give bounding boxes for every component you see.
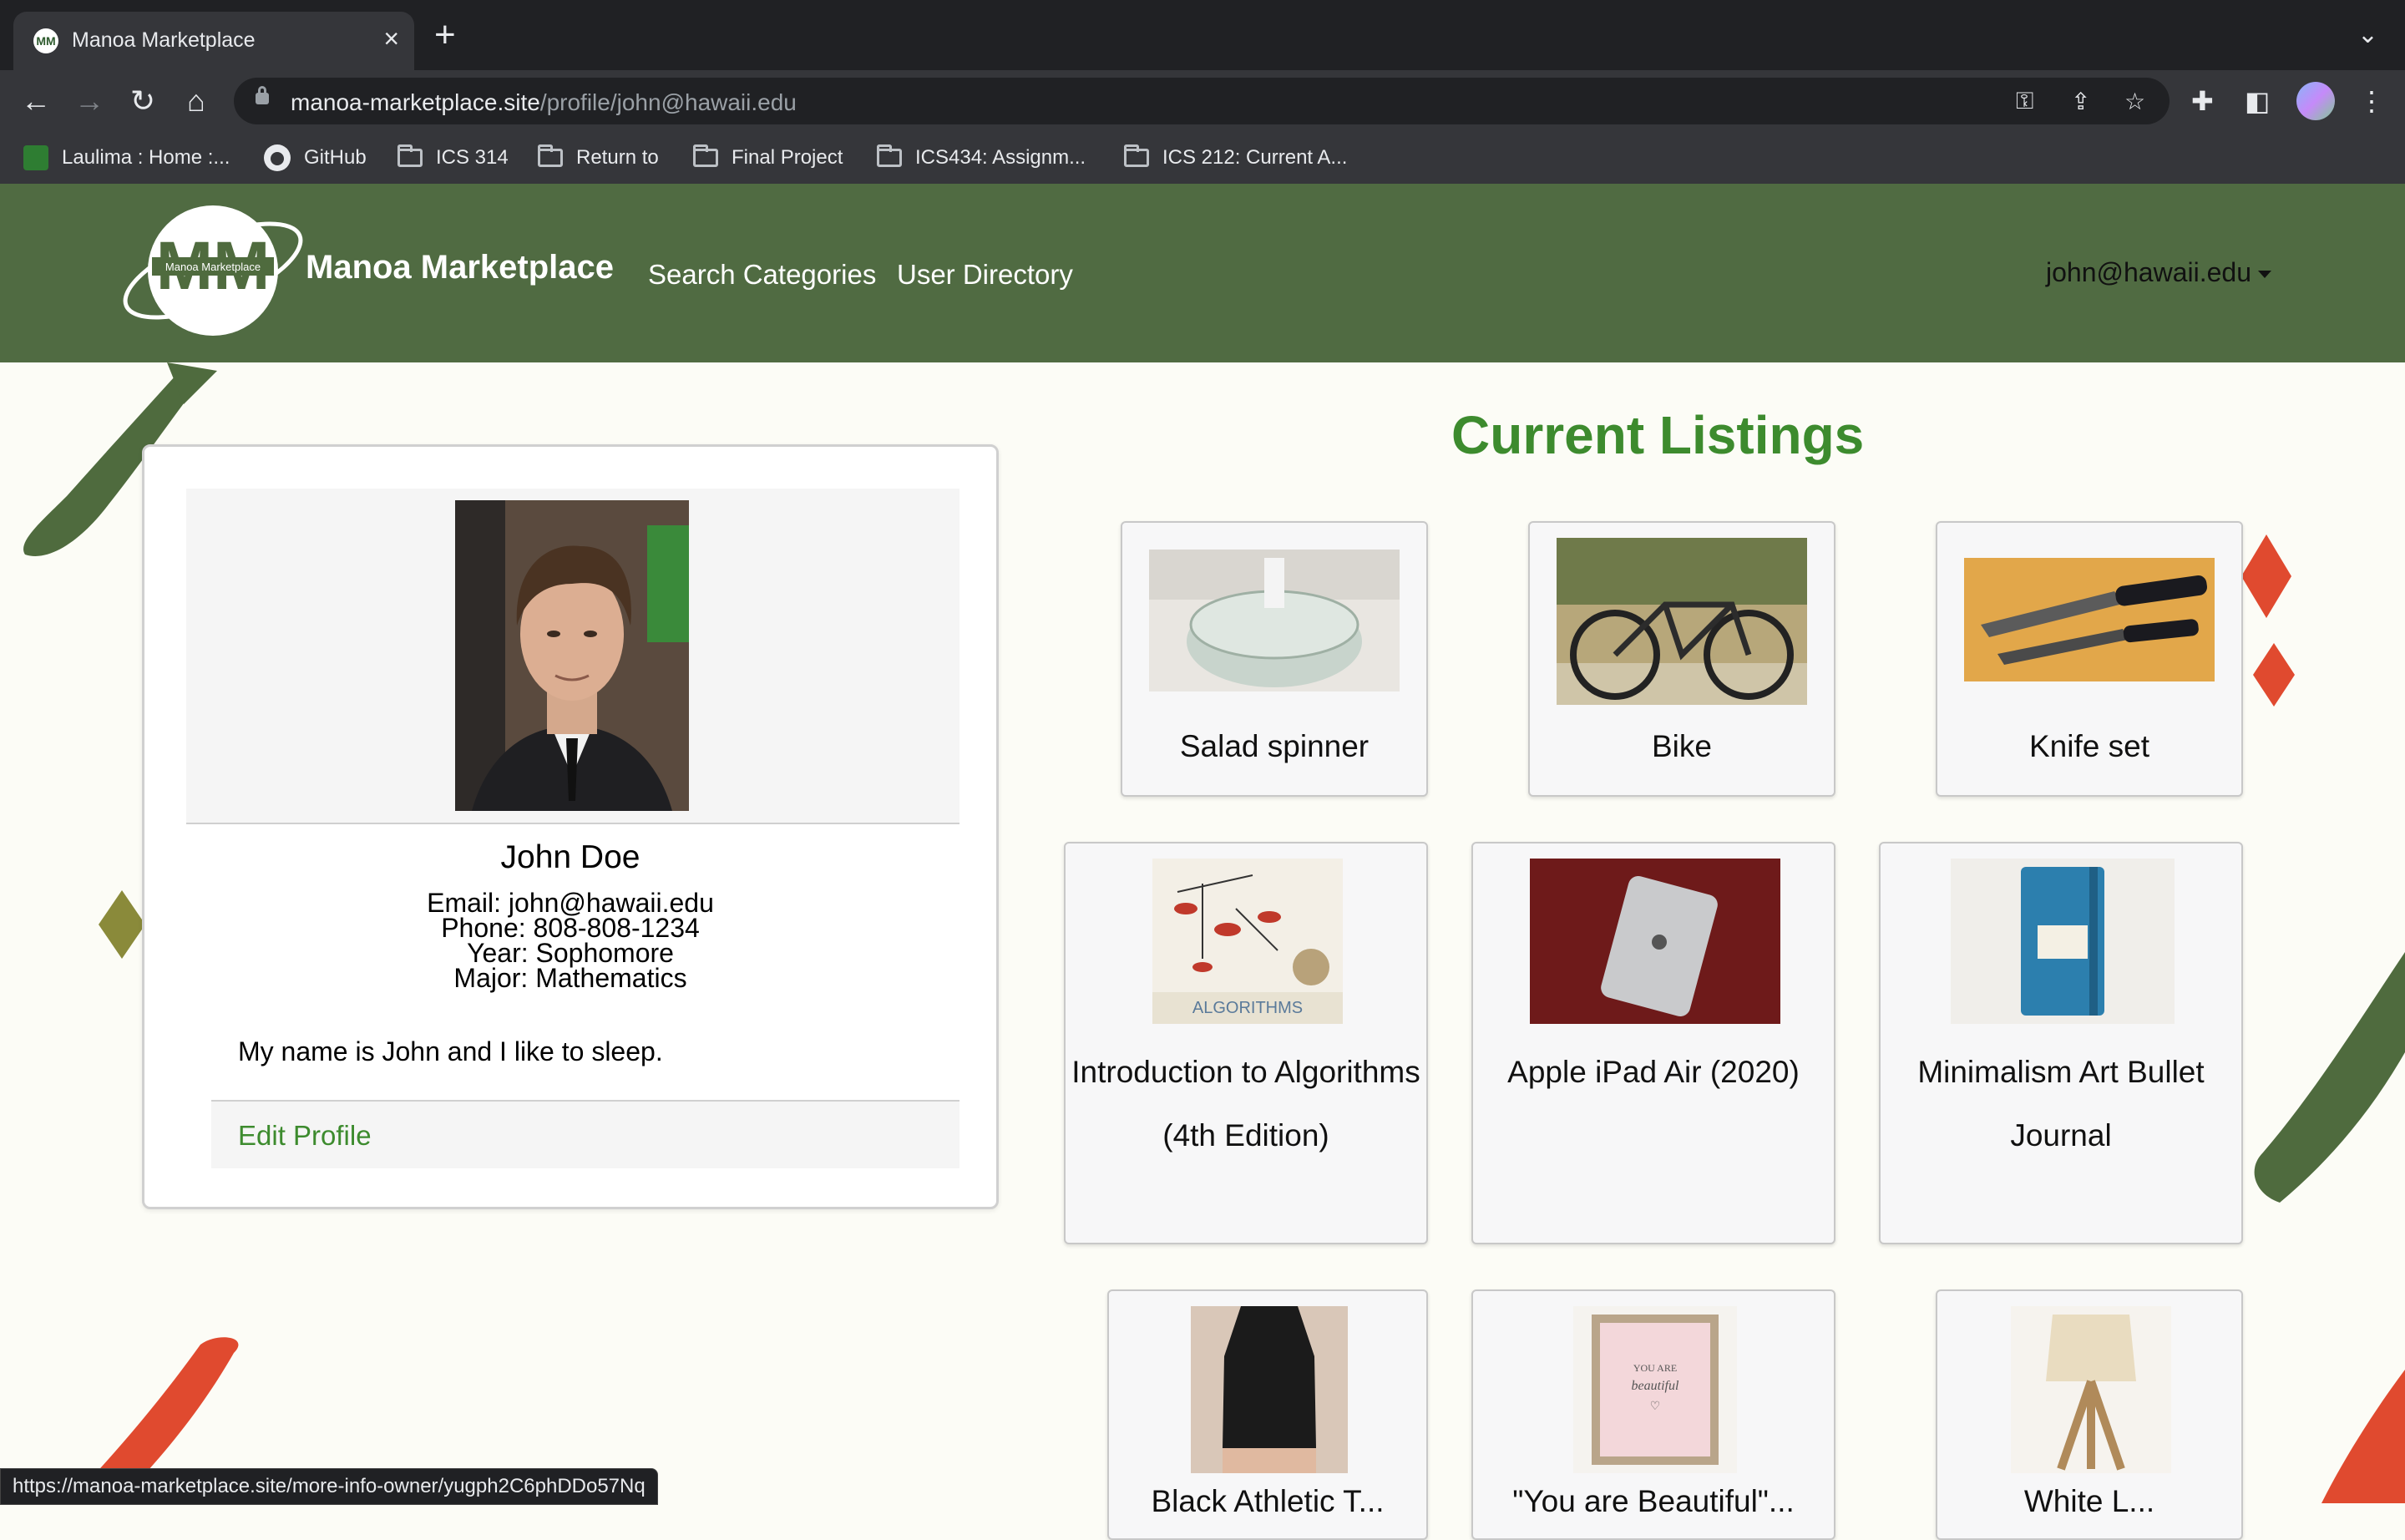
svg-text:♡: ♡: [1650, 1400, 1661, 1413]
browser-profile-avatar[interactable]: [2296, 82, 2335, 120]
olive-diamond-decoration: [99, 890, 145, 959]
profile-name: John Doe: [500, 839, 640, 875]
listing-card[interactable]: Apple iPad Air (2020): [1471, 842, 1835, 1244]
listing-card[interactable]: YOU ARE beautiful ♡ "You are Beautiful".…: [1471, 1289, 1835, 1540]
listing-image-algorithms-book: ALGORITHMS: [1152, 859, 1343, 1024]
github-icon: [264, 144, 291, 171]
manoa-marketplace-logo[interactable]: MM Manoa Marketplace: [117, 205, 309, 339]
listing-title: "You are Beautiful"...: [1512, 1484, 1795, 1518]
bookmark-ics314[interactable]: ICS 314: [397, 144, 509, 172]
bookmark-star-icon[interactable]: ☆: [2124, 88, 2145, 115]
profile-bio: My name is John and I like to sleep.: [238, 1036, 663, 1066]
nav-search-categories[interactable]: Search Categories: [648, 259, 876, 291]
listing-image-poster: YOU ARE beautiful ♡: [1573, 1306, 1737, 1473]
browser-toolbar: ← → ↻ ⌂ manoa-marketplace.site/profile/j…: [0, 70, 2405, 132]
listing-title: Bike: [1652, 729, 1712, 763]
reload-icon[interactable]: ↻: [124, 82, 162, 120]
listing-title: Salad spinner: [1179, 729, 1370, 763]
listing-card[interactable]: Knife set: [1936, 521, 2243, 797]
svg-text:beautiful: beautiful: [1632, 1379, 1679, 1393]
profile-card: John Doe Email: john@hawaii.edu Phone: 8…: [142, 444, 999, 1209]
link-hover-status-bar: https://manoa-marketplace.site/more-info…: [0, 1468, 658, 1505]
listing-image-bike: [1557, 538, 1807, 705]
browser-tab-bar: MM Manoa Marketplace × + ⌄: [0, 0, 2405, 70]
listing-title: Introduction to Algorithms (4th Edition): [1071, 1055, 1420, 1152]
listing-card[interactable]: Bike: [1528, 521, 1835, 797]
nav-user-directory[interactable]: User Directory: [897, 259, 1073, 291]
folder-icon: [1124, 144, 1149, 167]
red-diamond-decoration: [2253, 643, 2295, 707]
bookmark-ics434[interactable]: ICS434: Assignm...: [877, 144, 1086, 172]
listing-image-black-top: [1191, 1306, 1348, 1473]
bookmark-github[interactable]: GitHub: [264, 144, 367, 172]
lock-icon[interactable]: [256, 86, 269, 104]
home-icon[interactable]: ⌂: [177, 82, 215, 120]
listing-image-bullet-journal: [1951, 859, 2175, 1024]
red-brush-stroke-decoration: [2321, 1370, 2405, 1503]
listings-title: Current Listings: [1451, 405, 1865, 465]
tab-title: Manoa Marketplace: [72, 28, 256, 52]
svg-text:ALGORITHMS: ALGORITHMS: [1192, 999, 1303, 1017]
listing-card[interactable]: White L...: [1936, 1289, 2243, 1540]
browser-menu-icon[interactable]: ⋮: [2358, 85, 2385, 117]
listing-title: Black Athletic T...: [1151, 1484, 1385, 1518]
red-diamond-decoration: [2241, 534, 2291, 618]
listing-title: Knife set: [2029, 729, 2149, 763]
bookmark-final-project[interactable]: Final Project: [693, 144, 843, 172]
listing-card[interactable]: ALGORITHMS Introduction to Algorithms (4…: [1064, 842, 1428, 1244]
site-navbar: MM Manoa Marketplace Manoa Marketplace S…: [0, 184, 2405, 362]
browser-tab[interactable]: MM Manoa Marketplace ×: [13, 12, 414, 70]
profile-major: Major: Mathematics: [453, 963, 687, 993]
address-bar[interactable]: manoa-marketplace.site/profile/john@hawa…: [234, 78, 2170, 124]
listing-image-knife-set: [1964, 558, 2215, 681]
key-icon[interactable]: ⚿: [2016, 88, 2033, 115]
listing-title: White L...: [2023, 1484, 2155, 1518]
listing-card[interactable]: Black Athletic T...: [1107, 1289, 1428, 1540]
profile-photo: [455, 500, 689, 811]
svg-text:YOU ARE: YOU ARE: [1633, 1362, 1677, 1374]
listing-image-ipad: [1530, 859, 1780, 1024]
laulima-icon: [23, 145, 48, 170]
tab-close-icon[interactable]: ×: [383, 23, 399, 53]
listing-card[interactable]: Minimalism Art Bullet Journal: [1879, 842, 2243, 1244]
listing-image-lamp: [2011, 1306, 2171, 1473]
green-brush-stroke-decoration: [2254, 952, 2405, 1203]
back-icon[interactable]: ←: [17, 82, 55, 120]
listing-title: Minimalism Art Bullet Journal: [1917, 1055, 2205, 1152]
share-icon[interactable]: ⇪: [2071, 88, 2090, 115]
forward-icon[interactable]: →: [70, 82, 109, 120]
url-text: manoa-marketplace.site/profile/john@hawa…: [291, 89, 797, 115]
profile-card-footer: Edit Profile: [211, 1100, 959, 1168]
listing-card[interactable]: Salad spinner: [1121, 521, 1428, 797]
bookmark-laulima[interactable]: Laulima : Home :...: [23, 144, 230, 172]
folder-icon: [397, 144, 423, 167]
bookmark-ics212[interactable]: ICS 212: Current A...: [1124, 144, 1347, 172]
bookmark-return-to[interactable]: Return to: [538, 144, 659, 172]
caret-down-icon: [2258, 271, 2271, 279]
folder-icon: [538, 144, 563, 167]
svg-text:Manoa Marketplace: Manoa Marketplace: [165, 261, 261, 273]
folder-icon: [877, 144, 902, 167]
listing-title: Apple iPad Air (2020): [1507, 1055, 1800, 1089]
user-dropdown[interactable]: john@hawaii.edu: [2046, 257, 2271, 288]
folder-icon: [693, 144, 718, 167]
listing-image-salad-spinner: [1149, 550, 1400, 691]
bookmarks-bar: Laulima : Home :... GitHub ICS 314 Retur…: [0, 132, 2405, 185]
new-tab-icon[interactable]: +: [434, 17, 456, 53]
site-brand[interactable]: Manoa Marketplace: [306, 249, 614, 286]
tab-search-chevron-icon[interactable]: ⌄: [2357, 20, 2378, 49]
side-panel-icon[interactable]: ◧: [2245, 85, 2270, 117]
profile-photo-area: [186, 489, 959, 824]
extensions-puzzle-icon[interactable]: ✚: [2191, 85, 2214, 117]
site-favicon-icon: MM: [33, 28, 58, 53]
edit-profile-link[interactable]: Edit Profile: [238, 1120, 372, 1152]
